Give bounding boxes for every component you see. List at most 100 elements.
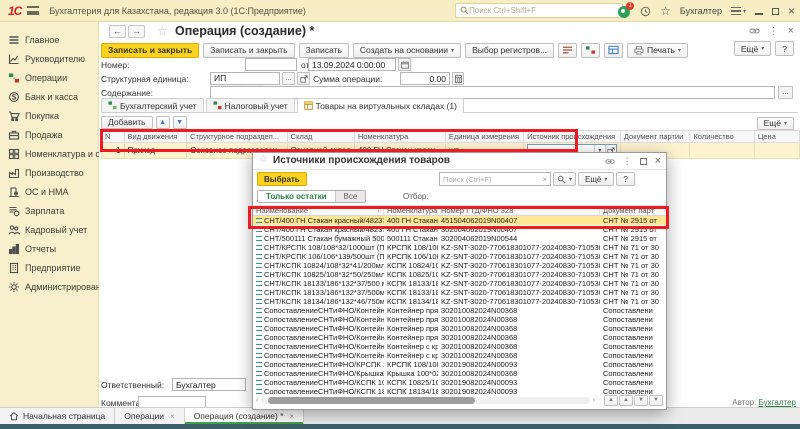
calendar-icon[interactable] — [398, 58, 411, 71]
sidebar-item-administrirovanie[interactable]: Администрирование — [0, 277, 98, 296]
dialog-more-dots-icon[interactable]: ⋮ — [623, 156, 632, 167]
list-item[interactable]: СНТ/КСПК 18133/186*132*37/500 мл/500шт (… — [253, 279, 666, 288]
sidebar-item-prodazha[interactable]: Продажа — [0, 125, 98, 144]
list-item[interactable]: СНТ/КСПК 10825/108*32*50/250мл/1000шт/Пр… — [253, 270, 666, 279]
list-item[interactable]: СопоставлениеСНТиФНО/Контейнер с крышк..… — [253, 342, 666, 351]
only-remainders-toggle[interactable]: Только остатки — [258, 191, 335, 202]
sidebar-item-proizvodstvo[interactable]: Производство — [0, 163, 98, 182]
help-button[interactable]: ? — [775, 41, 794, 56]
cell-n[interactable]: 1 — [102, 143, 125, 159]
table-more-button[interactable]: Ещё▾ — [757, 117, 794, 130]
number-input[interactable] — [245, 58, 297, 71]
scroll-left-icon[interactable]: ‹ — [256, 397, 258, 404]
scroll-right-icon[interactable]: › — [593, 397, 595, 404]
get-link-icon[interactable] — [749, 26, 760, 36]
sidebar-item-os-i-nma[interactable]: ОС и НМА — [0, 182, 98, 201]
sidebar-item-glavnoe[interactable]: Главное — [0, 30, 98, 49]
sidebar-item-zarplata[interactable]: Зарплата — [0, 201, 98, 220]
window-maximize-button[interactable] — [772, 8, 779, 15]
scrollbar-thumb[interactable] — [268, 397, 475, 404]
forward-button[interactable]: → — [128, 25, 145, 38]
document-movements-button[interactable] — [604, 43, 623, 58]
window-close-button[interactable]: × — [788, 6, 795, 16]
close-tab-icon[interactable]: × — [290, 412, 295, 421]
unit-open-icon[interactable] — [297, 72, 310, 85]
list-item[interactable]: СНТ/400 ГН Стакан красный/4823709000/1/2… — [253, 216, 666, 225]
save-button[interactable]: Записать — [299, 43, 349, 58]
column-header[interactable]: Вид движения — [124, 131, 187, 143]
column-header[interactable]: Источник происхождения — [524, 131, 621, 143]
dialog-column-header[interactable]: Номер ГТД/ФНО 328 — [438, 206, 600, 215]
all-toggle[interactable]: Все — [335, 191, 366, 202]
calculator-icon[interactable] — [452, 72, 464, 85]
back-button[interactable]: ← — [109, 25, 126, 38]
search-input[interactable] — [469, 6, 618, 15]
list-item[interactable]: СопоставлениеСНТиФНО/КСПК 10825/108*82*5… — [253, 378, 666, 387]
sidebar-item-predpriyatie[interactable]: Предприятие — [0, 258, 98, 277]
column-header[interactable]: Количество — [690, 131, 754, 143]
cell-price[interactable] — [754, 143, 799, 159]
go-first-button[interactable]: ▲ — [604, 395, 618, 406]
column-header[interactable]: Структурное подраздел... — [187, 131, 288, 143]
list-item[interactable]: СНТ/500111 Стакан бумажный 500 мл. Big C… — [253, 234, 666, 243]
close-tab-icon[interactable]: × — [170, 412, 175, 421]
taskbar-tab-operations[interactable]: Операции× — [115, 408, 184, 424]
more-button[interactable]: Ещё▾ — [734, 41, 771, 56]
list-item[interactable]: СопоставлениеСНТиФНО/Контейнер прямоуг..… — [253, 333, 666, 342]
column-header[interactable]: Склад — [287, 131, 354, 143]
sidebar-item-kadrovyj-uchet[interactable]: Кадровый учет — [0, 220, 98, 239]
author-link[interactable]: Бухгалтер — [759, 398, 796, 407]
cell-kind[interactable]: Приход — [124, 143, 187, 159]
list-item[interactable]: СНТ/КСПК 18133/186*132*37/500мл/500шт/Пр… — [253, 288, 666, 297]
list-item[interactable]: СопоставлениеСНТиФНО/КРСПК 108/108*32/10… — [253, 360, 666, 369]
column-header[interactable]: Цена — [754, 131, 799, 143]
move-up-icon[interactable]: ▲ — [156, 116, 170, 129]
go-last-button[interactable]: ▼ — [649, 395, 663, 406]
more-dots-icon[interactable]: ⋮ — [769, 26, 779, 37]
dialog-search[interactable]: × — [439, 172, 551, 186]
cell-quantity[interactable] — [690, 143, 754, 159]
taskbar-tab-operation-new[interactable]: Операция (создание) *× — [185, 408, 305, 424]
tab-goods[interactable]: Товары на виртуальных складах (1) — [297, 98, 464, 112]
window-minimize-button[interactable] — [755, 13, 763, 15]
dialog-maximize-icon[interactable] — [640, 158, 647, 165]
sidebar-item-pokupka[interactable]: Покупка — [0, 106, 98, 125]
unit-field[interactable]: ИП — [210, 72, 280, 85]
unit-choose-button[interactable]: ... — [282, 72, 295, 85]
print-button[interactable]: Печать▾ — [627, 43, 688, 58]
dialog-more-button[interactable]: Ещё▾ — [578, 172, 614, 186]
list-item[interactable]: СНТ/КСПК 18134/186*132*46/750мл/500шт (Ч… — [253, 297, 666, 306]
list-item[interactable]: СНТ/400 ГН Стакан красный/4823709000/1/2… — [253, 225, 666, 234]
list-item[interactable]: СНТ/КРСПК 108/108*32/1000шт (Прозрачный)… — [253, 243, 666, 252]
list-item[interactable]: СНТ/КРСПК 106/106*139/500шт (Прозрачный)… — [253, 252, 666, 261]
date-input[interactable] — [308, 58, 396, 71]
page-up-button[interactable]: ▲ — [619, 395, 633, 406]
sum-input[interactable] — [400, 72, 450, 85]
sidebar-item-nomenklatura-i-sklad[interactable]: Номенклатура и склад — [0, 144, 98, 163]
clear-search-icon[interactable]: × — [542, 175, 547, 184]
responsible-input[interactable] — [172, 378, 246, 391]
sidebar-item-operacii[interactable]: Операции — [0, 68, 98, 87]
add-row-button[interactable]: Добавить — [101, 116, 153, 129]
list-item[interactable]: СопоставлениеСНТиФНО/Контейнер прямоуг..… — [253, 315, 666, 324]
column-header[interactable]: Номенклатура — [354, 131, 445, 143]
sidebar-item-rukovoditelyu[interactable]: Руководителю — [0, 49, 98, 68]
register-records-button[interactable] — [558, 43, 577, 58]
dialog-column-header[interactable]: Номенклатура — [384, 206, 438, 215]
dialog-column-header[interactable]: Документ парт — [600, 206, 666, 215]
search-options-button[interactable]: ▾ — [553, 172, 576, 186]
dialog-search-input[interactable] — [443, 175, 542, 184]
dialog-close-icon[interactable]: × — [655, 155, 661, 167]
column-header[interactable]: Единица измерения — [445, 131, 523, 143]
save-and-close-secondary-button[interactable]: Записать и закрыть — [203, 43, 294, 58]
register-selection-button[interactable]: Выбор регистров... — [465, 43, 554, 58]
accounting-records-button[interactable] — [581, 43, 600, 58]
tab-accounting[interactable]: Бухгалтерский учет — [101, 98, 204, 112]
sidebar-item-otchety[interactable]: Отчеты — [0, 239, 98, 258]
list-item[interactable]: СопоставлениеСНТиФНО/Контейнер прямоуг..… — [253, 324, 666, 333]
column-header[interactable]: N — [102, 131, 125, 143]
create-based-on-button[interactable]: Создать на основании▾ — [353, 43, 461, 58]
select-button[interactable]: Выбрать — [257, 172, 307, 186]
favorites-star-icon[interactable]: ☆ — [660, 6, 671, 16]
page-down-button[interactable]: ▼ — [634, 395, 648, 406]
